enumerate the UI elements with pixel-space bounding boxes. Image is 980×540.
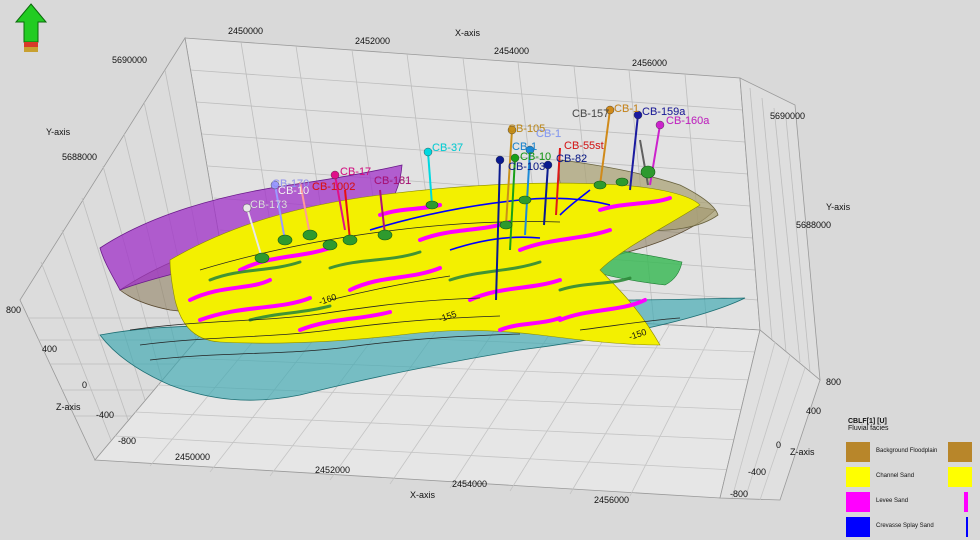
- legend-colorbar-segment: [964, 492, 968, 512]
- well-label-cb-1002: CB-1002: [312, 181, 355, 193]
- legend-label: Levee Sand: [876, 498, 909, 504]
- 3d-viewport[interactable]: -160 -155 -150 CB-157 CB-1 CB-159a CB-16…: [0, 0, 980, 540]
- x-axis-title-bottom: X-axis: [410, 490, 436, 500]
- legend-item-background-floodplain: Background Floodplain: [842, 440, 978, 465]
- legend-item-channel-sand: Channel Sand: [842, 465, 978, 490]
- z-tick-left: -400: [96, 410, 114, 420]
- x-tick-top: 2456000: [632, 58, 667, 68]
- well-label-cb-17: CB-17: [340, 166, 371, 178]
- x-tick-bottom: 2456000: [594, 495, 629, 505]
- well-label-cb-173: CB-173: [250, 199, 287, 211]
- x-tick-bottom: 2452000: [315, 465, 350, 475]
- legend-title: CBLF[1] [U]: [848, 418, 887, 425]
- z-tick-left: 400: [42, 344, 57, 354]
- well-label-cb-103: CB-103: [508, 161, 545, 173]
- legend-item-crevasse-splay-sand: Crevasse Splay Sand: [842, 515, 978, 540]
- y-tick-left: 5690000: [112, 55, 147, 65]
- legend-swatch: [846, 442, 870, 462]
- legend-colorbar-segment: [966, 517, 968, 537]
- legend-swatch: [846, 517, 870, 537]
- z-tick-right: 400: [806, 406, 821, 416]
- legend-label: Background Floodplain: [876, 448, 938, 454]
- x-axis-title-top: X-axis: [455, 28, 481, 38]
- z-axis-title-left: Z-axis: [56, 402, 81, 412]
- x-tick-top: 2454000: [494, 46, 529, 56]
- legend-swatch: [846, 467, 870, 487]
- y-axis-title-right: Y-axis: [826, 202, 851, 212]
- well-label-cb-37: CB-37: [432, 142, 463, 154]
- x-tick-top: 2452000: [355, 36, 390, 46]
- legend-label: Crevasse Splay Sand: [876, 523, 934, 529]
- well-label-cb-181: CB-181: [374, 175, 411, 187]
- z-tick-left: 0: [82, 380, 87, 390]
- well-label-cb-157: CB-157: [572, 108, 609, 120]
- y-tick-left: 5688000: [62, 152, 97, 162]
- y-tick-right: 5688000: [796, 220, 831, 230]
- z-tick-right: 0: [776, 440, 781, 450]
- z-tick-right: 800: [826, 377, 841, 387]
- z-tick-left: 800: [6, 305, 21, 315]
- z-axis-title-right: Z-axis: [790, 447, 815, 457]
- x-tick-bottom: 2450000: [175, 452, 210, 462]
- well-label-cb-1: CB-1: [614, 103, 639, 115]
- z-tick-right: -400: [748, 467, 766, 477]
- legend-colorbar-segment: [948, 467, 972, 487]
- well-label-cb-10: CB-10: [278, 185, 309, 197]
- legend-subtitle: Fluvial facies: [848, 425, 889, 432]
- y-axis-title-left: Y-axis: [46, 127, 71, 137]
- well-label-cb-1: CB-1: [536, 128, 561, 140]
- well-label-cb-82: CB-82: [556, 153, 587, 165]
- legend-swatch: [846, 492, 870, 512]
- x-tick-bottom: 2454000: [452, 479, 487, 489]
- well-label-cb-160a: CB-160a: [666, 115, 710, 127]
- legend-item-levee-sand: Levee Sand: [842, 490, 978, 515]
- x-tick-top: 2450000: [228, 26, 263, 36]
- z-tick-left: -800: [118, 436, 136, 446]
- 3d-scene[interactable]: -160 -155 -150 CB-157 CB-1 CB-159aCB-160…: [0, 0, 980, 540]
- well-label-cb-55st: CB-55st: [564, 140, 604, 152]
- y-tick-right: 5690000: [770, 111, 805, 121]
- z-tick-right: -800: [730, 489, 748, 499]
- facies-legend: CBLF[1] [U] Fluvial facies Background Fl…: [842, 418, 978, 538]
- legend-colorbar-segment: [948, 442, 972, 462]
- legend-label: Channel Sand: [876, 473, 915, 479]
